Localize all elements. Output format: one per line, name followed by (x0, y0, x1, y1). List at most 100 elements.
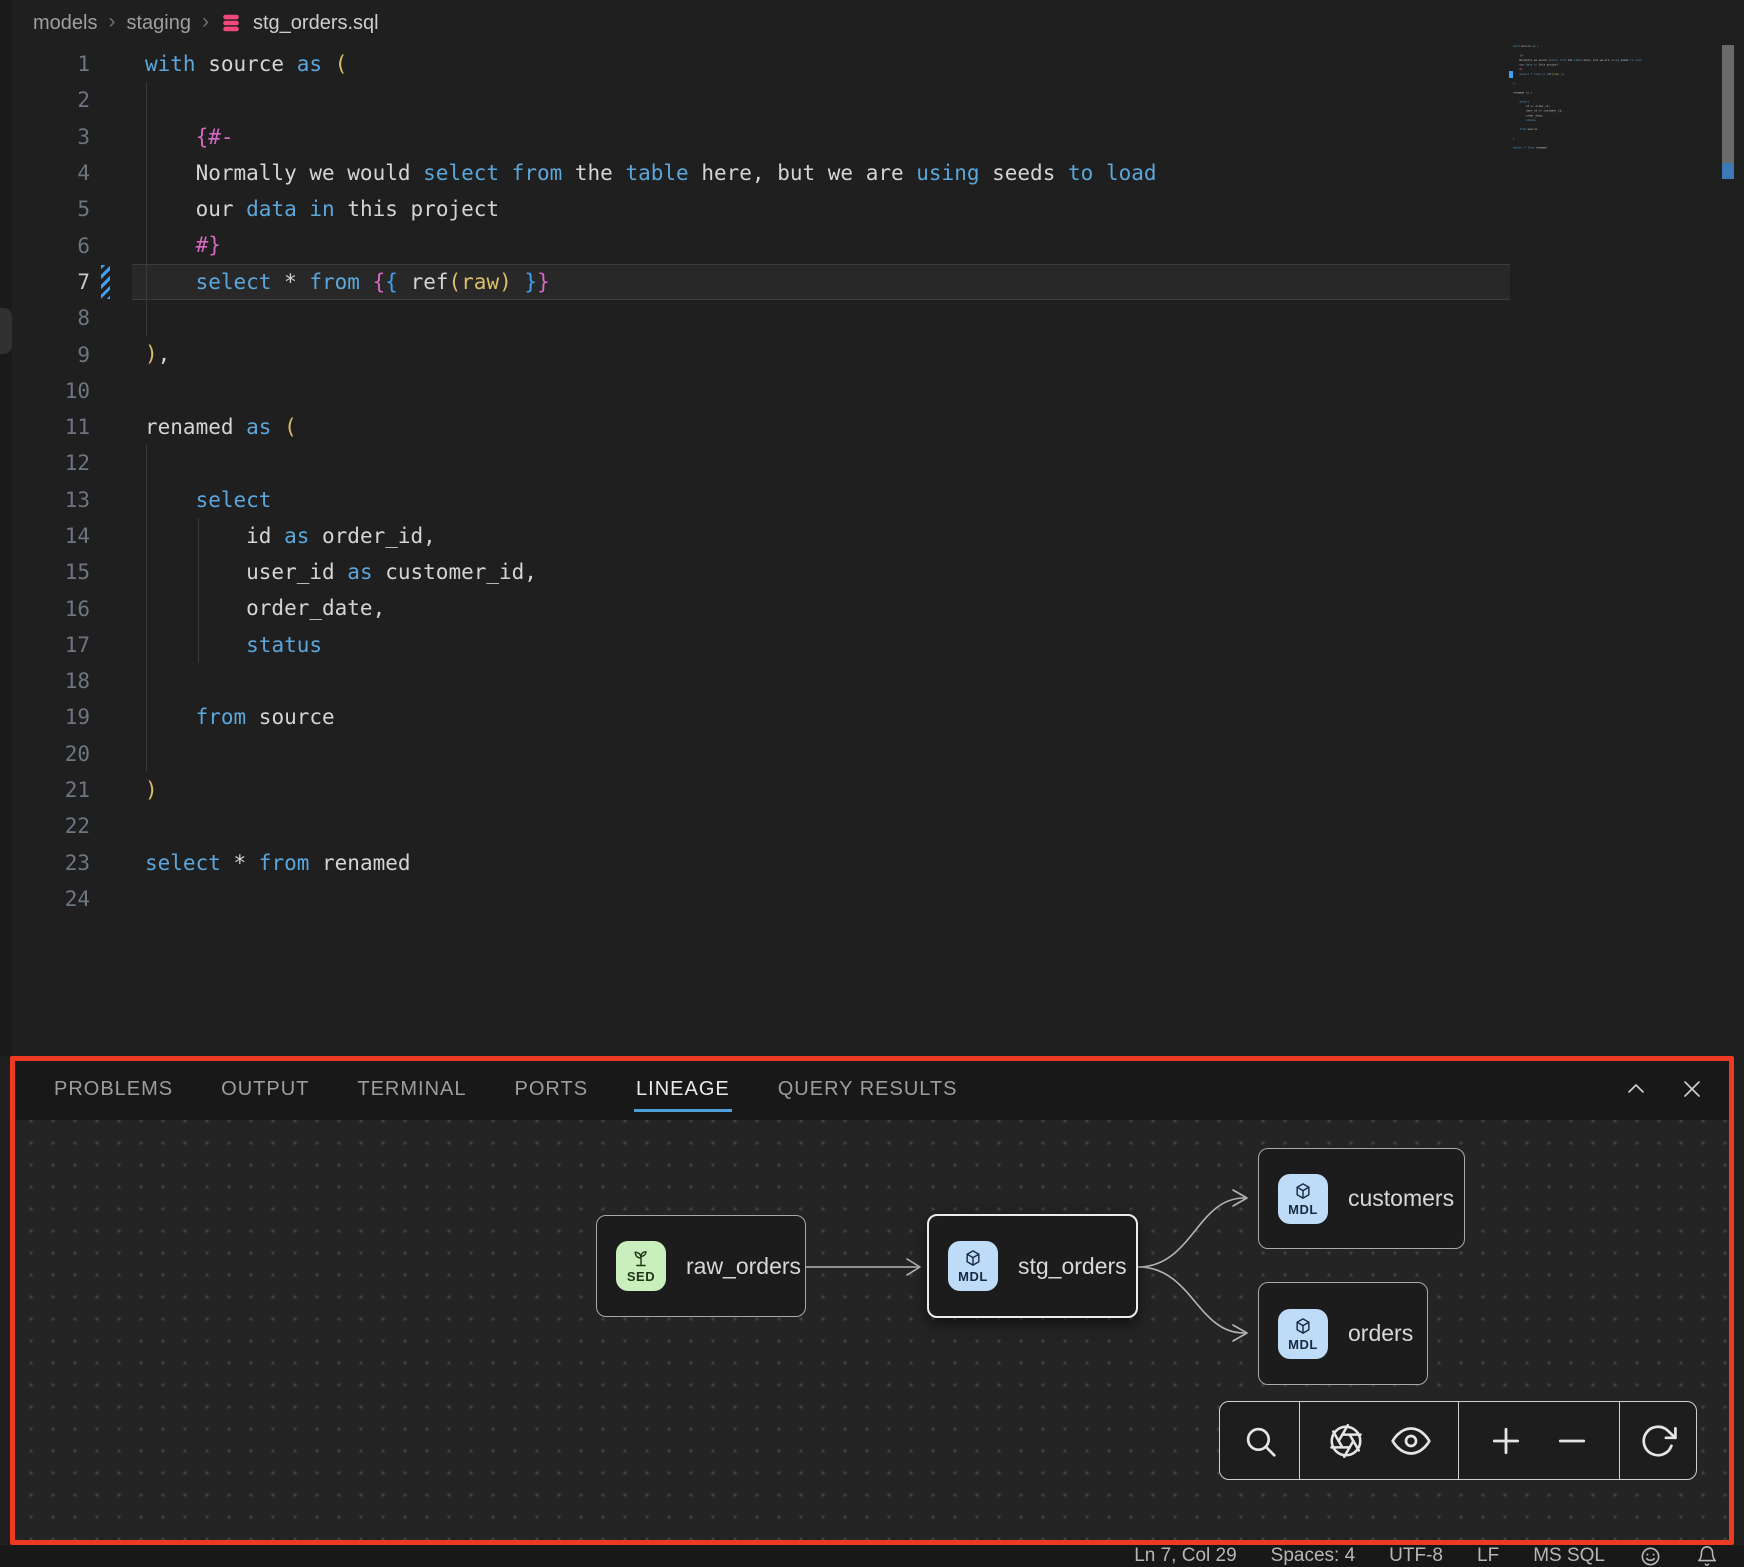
code-line-19[interactable]: 19 from source (0, 699, 1744, 735)
code-line-12[interactable]: 12 (0, 445, 1744, 481)
seedling-icon (631, 1248, 651, 1268)
code-line-17[interactable]: 17 status (0, 627, 1744, 663)
breadcrumb-file[interactable]: stg_orders.sql (253, 12, 379, 35)
code-line-11[interactable]: 11renamed as ( (0, 409, 1744, 445)
code-text: our data in this project (145, 191, 499, 227)
line-number: 20 (0, 742, 96, 766)
code-text: {#- (145, 119, 234, 155)
lineage-node-stg_orders[interactable]: MDL stg_orders (927, 1214, 1138, 1318)
code-line-9[interactable]: 9), (0, 336, 1744, 372)
line-number: 8 (0, 306, 96, 330)
zoom-in-icon[interactable] (1486, 1421, 1526, 1461)
eye-icon[interactable] (1391, 1421, 1431, 1461)
code-text: #} (145, 227, 221, 263)
model-badge: MDL (948, 1241, 998, 1291)
aperture-icon[interactable] (1327, 1422, 1365, 1460)
node-label: orders (1348, 1320, 1413, 1347)
model-badge: MDL (1278, 1174, 1328, 1224)
code-line-2[interactable]: 2 (0, 82, 1744, 118)
code-line-3[interactable]: 3 {#- (0, 119, 1744, 155)
refresh-icon[interactable] (1639, 1422, 1677, 1460)
code-text: id as order_id, (1513, 105, 1550, 108)
breadcrumb-folder[interactable]: staging (126, 12, 191, 35)
code-line-7[interactable]: 7 select * from {{ ref(raw) }} (0, 264, 1744, 300)
bell-icon[interactable] (1696, 1545, 1718, 1567)
code-line-20[interactable]: 20 (0, 736, 1744, 772)
code-text: renamed as ( (1513, 91, 1532, 94)
chevron-right-icon: › (108, 10, 115, 34)
status-items: Ln 7, Col 29 Spaces: 4 UTF-8 LF MS SQL (1134, 1545, 1605, 1567)
line-number: 21 (0, 778, 96, 802)
code-line-14[interactable]: 14 id as order_id, (0, 518, 1744, 554)
minimap[interactable]: with source as ( {#- Normally we would s… (1513, 44, 1691, 156)
code-text: user_id as customer_id, (1513, 109, 1563, 112)
cube-icon (963, 1248, 983, 1268)
status-utf-8[interactable]: UTF-8 (1389, 1545, 1443, 1567)
code-text: select (1513, 100, 1529, 103)
cube-icon (1293, 1181, 1313, 1201)
code-text: ) (145, 772, 158, 808)
code-line-18[interactable]: 18 (0, 663, 1744, 699)
panel-actions (1624, 1077, 1732, 1101)
lineage-toolbar (1219, 1401, 1697, 1480)
editor-scrollbar-thumb[interactable] (1722, 45, 1734, 163)
line-number: 15 (0, 560, 96, 584)
chevron-up-icon[interactable] (1624, 1077, 1648, 1101)
code-line-13[interactable]: 13 select (0, 482, 1744, 518)
toolbar-cell (1620, 1402, 1696, 1479)
code-line-1[interactable]: 1 with source as ( (0, 46, 1744, 82)
code-text: with source as ( (145, 46, 347, 82)
search-icon[interactable] (1241, 1422, 1279, 1460)
tab-query-results[interactable]: QUERY RESULTS (778, 1058, 958, 1120)
code-line-4[interactable]: 4 Normally we would select from the tabl… (0, 155, 1744, 191)
lineage-node-orders[interactable]: MDL orders (1258, 1282, 1428, 1385)
code-line-6[interactable]: 6 #} (0, 227, 1744, 263)
status-spaces-4[interactable]: Spaces: 4 (1271, 1545, 1356, 1567)
code-text: select (145, 482, 271, 518)
lineage-node-raw_orders[interactable]: SEDraw_orders (596, 1215, 806, 1317)
status-ms-sql[interactable]: MS SQL (1533, 1545, 1605, 1567)
code-line-8[interactable]: 8 (0, 300, 1744, 336)
code-text: {#- (1513, 54, 1524, 57)
tab-terminal[interactable]: TERMINAL (357, 1058, 466, 1120)
line-number: 1 (0, 52, 96, 76)
node-label: stg_orders (1018, 1253, 1127, 1280)
status-lf[interactable]: LF (1477, 1545, 1499, 1567)
line-number: 12 (0, 451, 96, 475)
node-label: customers (1348, 1185, 1454, 1212)
code-text: status (145, 627, 322, 663)
model-badge: MDL (1278, 1309, 1328, 1359)
line-number: 16 (0, 597, 96, 621)
code-text: order_date, (145, 590, 385, 626)
line-number: 24 (0, 887, 96, 911)
tab-output[interactable]: OUTPUT (221, 1058, 309, 1120)
code-line-5[interactable]: 5 our data in this project (0, 191, 1744, 227)
code-text: status (1513, 119, 1535, 122)
feedback-smiley-icon[interactable] (1639, 1545, 1662, 1567)
code-line-23[interactable]: 23select * from renamed (0, 845, 1744, 881)
line-number: 18 (0, 669, 96, 693)
tab-lineage[interactable]: LINEAGE (636, 1058, 730, 1120)
line-number: 14 (0, 524, 96, 548)
status-ln-7-col-29[interactable]: Ln 7, Col 29 (1134, 1545, 1236, 1567)
line-number: 13 (0, 488, 96, 512)
tab-ports[interactable]: PORTS (515, 1058, 589, 1120)
code-line-21[interactable]: 21) (0, 772, 1744, 808)
code-line-15[interactable]: 15 user_id as customer_id, (0, 554, 1744, 590)
code-line-10[interactable]: 10 (0, 373, 1744, 409)
panel-tab-bar: PROBLEMS OUTPUT TERMINAL PORTS LINEAGE QUERY … (12, 1058, 1732, 1120)
code-line-22[interactable]: 22 (0, 808, 1744, 844)
line-number: 6 (0, 234, 96, 258)
tab-problems[interactable]: PROBLEMS (54, 1058, 173, 1120)
code-text: select * from {{ ref(raw) }} (1513, 72, 1564, 75)
zoom-out-icon[interactable] (1552, 1421, 1592, 1461)
code-editor[interactable]: 1 with source as (23 {#-4 Normally we wou… (0, 46, 1744, 917)
breadcrumb-folder[interactable]: models (33, 12, 97, 35)
close-icon[interactable] (1680, 1077, 1704, 1101)
lineage-node-customers[interactable]: MDL customers (1258, 1148, 1465, 1249)
toolbar-cell (1459, 1402, 1620, 1479)
code-line-24[interactable]: 24 (0, 881, 1744, 917)
code-text: our data in this project (1513, 63, 1558, 66)
badge-label: SED (627, 1269, 655, 1284)
code-line-16[interactable]: 16 order_date, (0, 590, 1744, 626)
